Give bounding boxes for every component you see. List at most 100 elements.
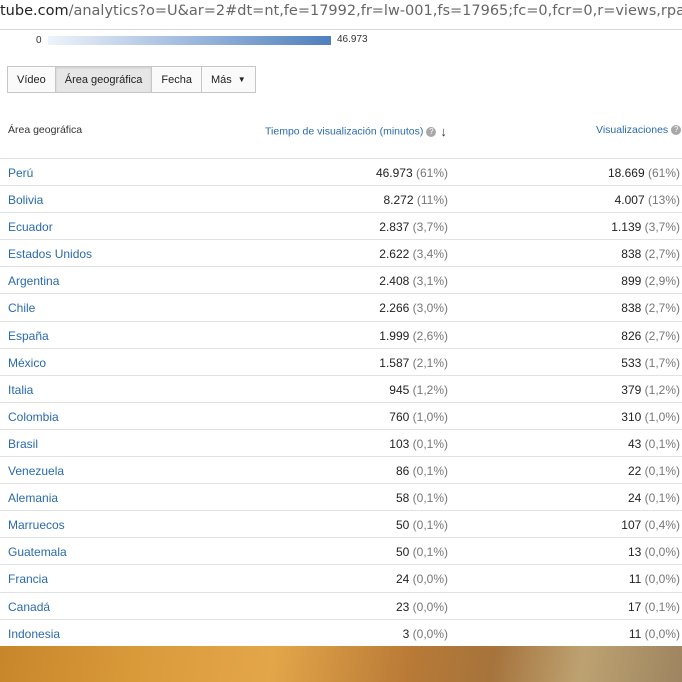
views-percent: (13%) (647, 193, 680, 208)
views-value: 43 (627, 436, 642, 451)
column-header-views[interactable]: Visualizaciones? (596, 124, 682, 136)
views-cell: 22 (0,1%) (628, 464, 680, 478)
views-cell: 107 (0,4%) (621, 518, 680, 532)
country-link[interactable]: Canadá (8, 600, 50, 614)
views-cell: 1.139 (3,7%) (611, 220, 680, 234)
help-icon[interactable]: ? (426, 126, 437, 137)
watch-time-percent: (1,2%) (412, 382, 448, 397)
country-link[interactable]: México (8, 356, 46, 370)
views-percent: (0,1%) (644, 464, 680, 479)
views-percent: (1,7%) (644, 355, 680, 370)
watch-time-cell: 50 (0,1%) (396, 518, 448, 532)
tab-more[interactable]: Más ▼ (201, 66, 256, 93)
watch-time-cell: 2.408 (3,1%) (379, 274, 448, 288)
views-percent: (0,0%) (644, 572, 680, 587)
country-link[interactable]: Estados Unidos (8, 247, 92, 261)
tab-label: Fecha (161, 73, 192, 86)
country-link[interactable]: Italia (8, 383, 33, 397)
watch-time-percent: (0,0%) (412, 572, 448, 587)
views-cell: 43 (0,1%) (628, 437, 680, 451)
watch-time-value: 2.837 (379, 220, 410, 235)
address-bar[interactable]: tube.com/analytics?o=U&ar=2#dt=nt,fe=179… (0, 0, 682, 30)
views-value: 533 (621, 355, 642, 370)
watch-time-value: 24 (395, 572, 410, 587)
watch-time-cell: 2.837 (3,7%) (379, 220, 448, 234)
country-link[interactable]: Indonesia (8, 627, 60, 641)
country-link[interactable]: Marruecos (8, 518, 65, 532)
views-percent: (2,7%) (644, 301, 680, 316)
watch-time-value: 1.999 (379, 328, 410, 343)
tab-date[interactable]: Fecha (151, 66, 202, 93)
watch-time-percent: (3,7%) (412, 220, 448, 235)
column-header-label: Área geográfica (8, 124, 83, 136)
views-value: 17 (627, 599, 642, 614)
country-link[interactable]: Colombia (8, 410, 59, 424)
watch-time-value: 2.408 (379, 274, 410, 289)
watch-time-cell: 760 (1,0%) (389, 410, 448, 424)
table-row: Brasil 103 (0,1%) 43 (0,1%) (0, 430, 682, 458)
views-cell: 11 (0,0%) (629, 572, 680, 586)
views-value: 826 (621, 328, 642, 343)
help-icon[interactable]: ? (671, 125, 682, 136)
table-row: Perú 46.973 (61%) 18.669 (61%) (0, 159, 682, 187)
views-cell: 18.669 (61%) (608, 166, 680, 180)
watch-time-value: 50 (395, 518, 410, 533)
country-link[interactable]: Francia (8, 572, 48, 586)
column-header-watch-time[interactable]: Tiempo de visualización (minutos)? ↓ (265, 124, 447, 139)
table-row: Colombia 760 (1,0%) 310 (1,0%) (0, 403, 682, 430)
watch-time-value: 3 (402, 626, 410, 641)
country-link[interactable]: España (8, 329, 49, 343)
scale-min-label: 0 (36, 35, 42, 46)
column-header-label: Visualizaciones (596, 124, 669, 136)
watch-time-cell: 58 (0,1%) (396, 491, 448, 505)
watch-time-value: 8.272 (383, 193, 414, 208)
caret-down-icon: ▼ (237, 75, 246, 84)
views-percent: (0,4%) (644, 518, 680, 533)
country-link[interactable]: Guatemala (8, 545, 67, 559)
watch-time-value: 2.622 (379, 247, 410, 262)
tab-geography[interactable]: Área geográfica (54, 66, 153, 93)
views-value: 310 (621, 409, 642, 424)
tab-label: Área geográfica (64, 73, 143, 86)
country-link[interactable]: Alemania (8, 491, 58, 505)
tab-label: Vídeo (17, 73, 46, 86)
views-value: 22 (627, 464, 642, 479)
watch-time-cell: 1.999 (2,6%) (379, 329, 448, 343)
country-link[interactable]: Venezuela (8, 464, 64, 478)
views-percent: (0,1%) (644, 491, 680, 506)
views-value: 4.007 (614, 193, 645, 208)
column-header-geography: Área geográfica (8, 124, 82, 136)
watch-time-percent: (0,1%) (412, 491, 448, 506)
table-row: Argentina 2.408 (3,1%) 899 (2,9%) (0, 267, 682, 295)
tab-video[interactable]: Vídeo (7, 66, 56, 93)
url-path: /analytics?o=U&ar=2#dt=nt,fe=17992,fr=lw… (68, 3, 682, 19)
country-link[interactable]: Brasil (8, 437, 38, 451)
background-photo (0, 646, 682, 682)
views-percent: (0,0%) (644, 545, 680, 560)
watch-time-percent: (0,1%) (412, 436, 448, 451)
views-cell: 838 (2,7%) (621, 301, 680, 315)
views-percent: (61%) (647, 166, 680, 180)
views-cell: 533 (1,7%) (621, 356, 680, 370)
watch-time-cell: 50 (0,1%) (396, 545, 448, 559)
table-row: Francia 24 (0,0%) 11 (0,0%) (0, 565, 682, 593)
watch-time-cell: 46.973 (61%) (376, 166, 448, 180)
url-host: tube.com (0, 3, 69, 19)
watch-time-cell: 2.622 (3,4%) (379, 247, 448, 261)
views-percent: (2,9%) (644, 274, 680, 289)
table-row: Bolivia 8.272 (11%) 4.007 (13%) (0, 186, 682, 214)
views-cell: 11 (0,0%) (629, 627, 680, 641)
country-link[interactable]: Bolivia (8, 193, 43, 207)
watch-time-cell: 3 (0,0%) (403, 627, 448, 641)
views-value: 11 (628, 626, 642, 641)
country-link[interactable]: Chile (8, 301, 35, 315)
map-color-scale: 0 46.973 (0, 30, 682, 56)
country-link[interactable]: Ecuador (8, 220, 53, 234)
country-link[interactable]: Perú (8, 166, 33, 180)
scale-gradient (48, 36, 331, 45)
watch-time-value: 23 (395, 599, 410, 614)
watch-time-percent: (0,0%) (412, 599, 448, 614)
country-link[interactable]: Argentina (8, 274, 59, 288)
table-row: Canadá 23 (0,0%) 17 (0,1%) (0, 593, 682, 620)
watch-time-cell: 24 (0,0%) (396, 572, 448, 586)
